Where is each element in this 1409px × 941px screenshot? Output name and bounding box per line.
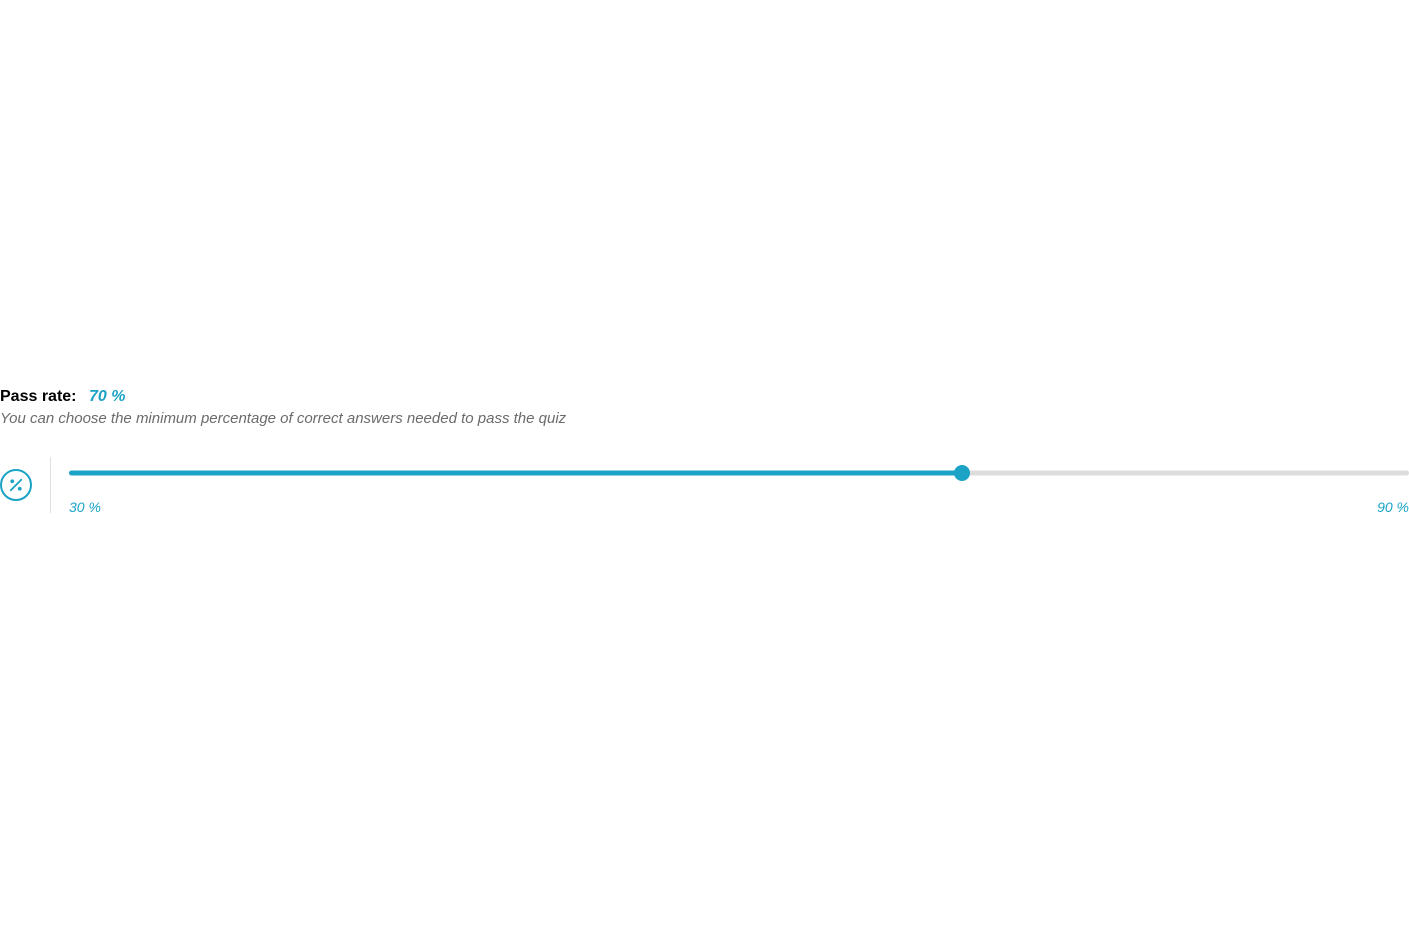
slider-row: 30 % 90 % [0, 457, 1409, 515]
pass-rate-description: You can choose the minimum percentage of… [0, 410, 1409, 427]
pass-rate-value: 70 % [89, 388, 125, 405]
pass-rate-slider[interactable] [69, 465, 1409, 481]
slider-area: 30 % 90 % [51, 457, 1409, 515]
slider-max-label: 90 % [1377, 499, 1409, 515]
pass-rate-label: Pass rate: [0, 388, 77, 405]
pass-rate-title-row: Pass rate: 70 % [0, 388, 1409, 406]
slider-min-label: 30 % [69, 499, 101, 515]
pass-rate-section: Pass rate: 70 % You can choose the minim… [0, 388, 1409, 515]
slider-labels: 30 % 90 % [69, 499, 1409, 515]
slider-track-fill [69, 471, 962, 476]
slider-handle[interactable] [954, 465, 970, 481]
icon-wrapper [0, 457, 51, 513]
percent-icon [0, 469, 32, 501]
